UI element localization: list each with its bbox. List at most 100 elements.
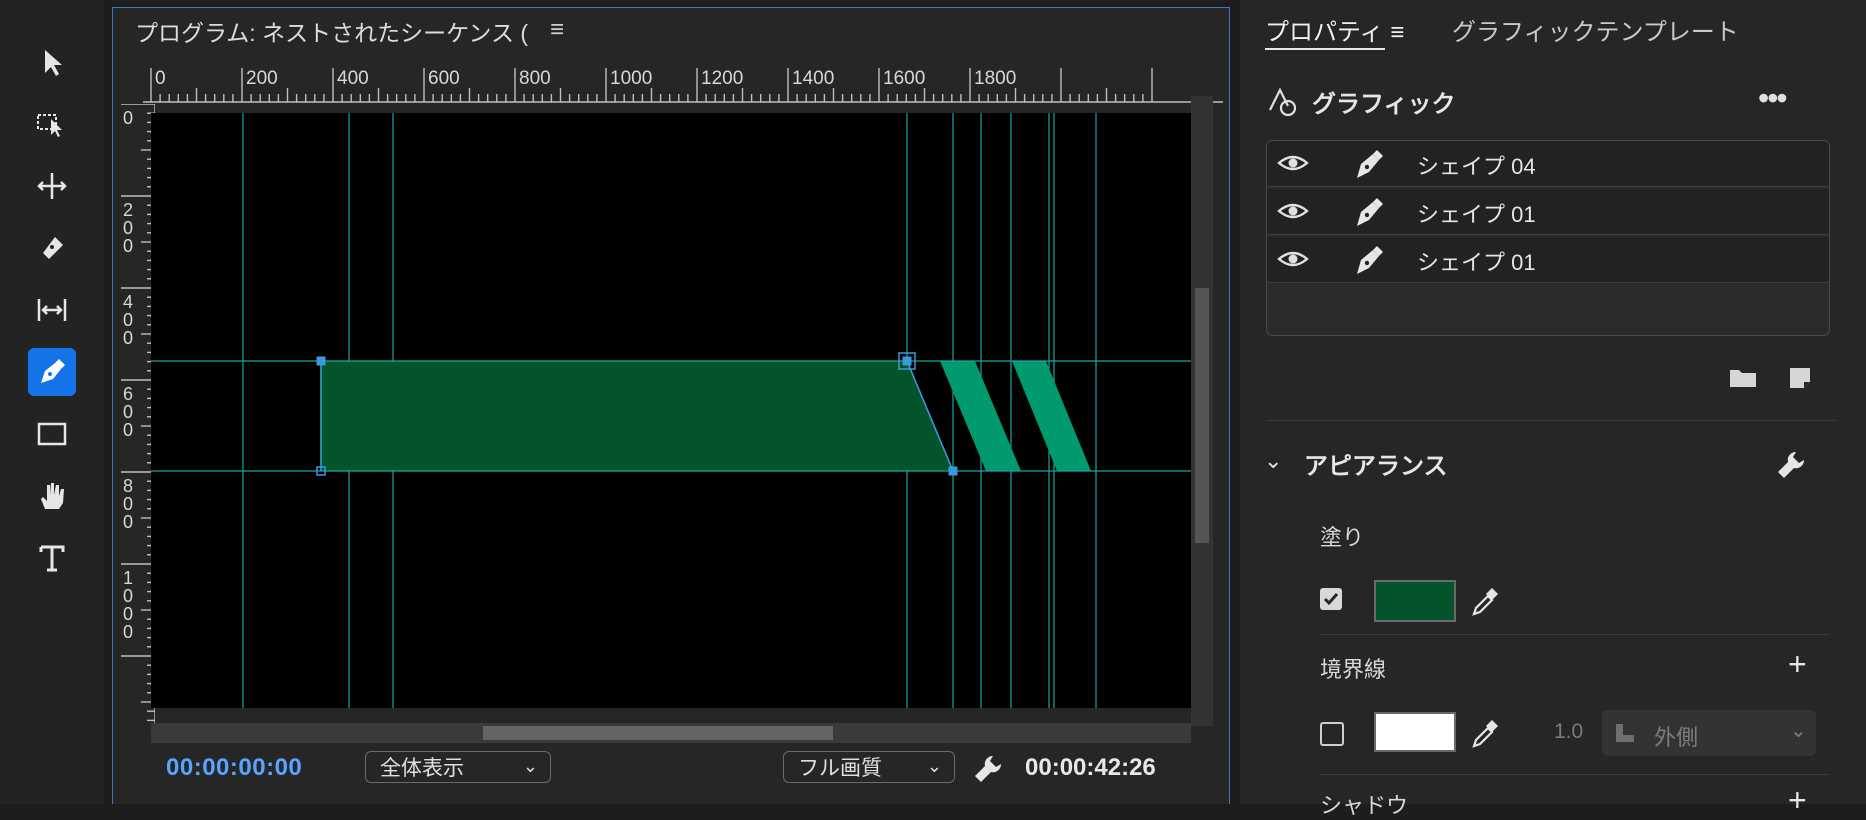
fill-color-swatch[interactable] xyxy=(1374,580,1456,622)
ruler-label: 1200 xyxy=(701,68,743,89)
slip-icon xyxy=(37,299,67,321)
ruler-label: 0 xyxy=(123,512,133,532)
visibility-eye-icon[interactable] xyxy=(1275,145,1311,181)
ruler-label: 0 xyxy=(123,328,133,348)
pen-shape-icon xyxy=(1357,198,1383,226)
ripple-edit-icon xyxy=(37,173,67,199)
layer-name: シェイプ 04 xyxy=(1417,154,1536,179)
ruler-label: 400 xyxy=(337,68,369,89)
graphic-shapes-icon xyxy=(1269,87,1297,117)
type-tool[interactable] xyxy=(28,534,76,582)
layers-list: シェイプ 04 シェイプ 01 シェイプ 01 xyxy=(1266,140,1830,336)
shadow-label: シャドウ xyxy=(1320,793,1409,818)
chevron-down-icon: ⌄ xyxy=(1790,720,1807,742)
tab-graphic-templates[interactable]: グラフィックテンプレート xyxy=(1452,12,1739,47)
ruler-label: 0 xyxy=(123,236,133,256)
fill-label: 塗り xyxy=(1320,525,1365,550)
playback-resolution-dropdown[interactable]: フル画質 ⌄ xyxy=(783,751,955,783)
ruler-label: 0 xyxy=(123,310,133,330)
stroke-checkbox[interactable] xyxy=(1320,722,1344,746)
new-group-folder-icon[interactable] xyxy=(1728,362,1758,392)
eyedropper-icon[interactable] xyxy=(1468,716,1502,750)
ruler-label: 1800 xyxy=(974,68,1016,89)
horizontal-ruler: 0 200 400 600 800 1000 1200 1400 1600 1800 xyxy=(143,68,1223,103)
layer-row[interactable]: シェイプ 01 xyxy=(1267,189,1829,235)
properties-panel: プロパティ ≡ グラフィックテンプレート グラフィック ••• シェイプ 04 … xyxy=(1240,0,1866,818)
ruler-label: 2 xyxy=(123,200,133,220)
razor-icon xyxy=(43,237,63,259)
settings-wrench-icon[interactable] xyxy=(971,752,1005,786)
vertical-scroll-thumb[interactable] xyxy=(1195,288,1209,543)
green-shape-main[interactable] xyxy=(321,361,953,471)
stroke-width-value[interactable]: 1.0 xyxy=(1554,720,1583,744)
horizontal-scroll-thumb[interactable] xyxy=(483,726,833,740)
program-viewport[interactable] xyxy=(151,113,1201,708)
playhead-timecode[interactable]: 00:00:00:00 xyxy=(166,754,302,782)
stroke-color-swatch[interactable] xyxy=(1374,712,1456,752)
eyedropper-icon[interactable] xyxy=(1468,584,1502,618)
green-stripe-1[interactable] xyxy=(940,361,1021,471)
pen-tool[interactable] xyxy=(28,348,76,396)
hand-tool[interactable] xyxy=(28,472,76,520)
fill-checkbox[interactable] xyxy=(1320,588,1342,610)
active-tab-underline xyxy=(1265,48,1385,50)
collapse-chevron-icon[interactable]: ⌄ xyxy=(1264,448,1282,474)
ruler-label: 6 xyxy=(123,384,133,404)
divider xyxy=(1266,420,1836,421)
track-select-icon xyxy=(37,114,62,137)
viewport-canvas xyxy=(151,113,1201,708)
selection-tool[interactable] xyxy=(28,38,76,86)
monitor-menu-icon[interactable]: ≡ xyxy=(550,16,564,44)
stroke-outer-icon xyxy=(1616,724,1634,742)
slip-tool[interactable] xyxy=(28,286,76,334)
ruler-label: 0 xyxy=(123,108,133,128)
ruler-label: 4 xyxy=(123,292,133,312)
layer-row[interactable]: シェイプ 04 xyxy=(1267,141,1829,187)
zoom-level-dropdown[interactable]: 全体表示 ⌄ xyxy=(365,751,551,783)
rectangle-icon xyxy=(37,422,67,446)
tab-properties-label: プロパティ xyxy=(1265,19,1384,46)
hand-icon xyxy=(41,483,64,509)
tab-properties[interactable]: プロパティ ≡ xyxy=(1265,12,1404,47)
ruler-label: 0 xyxy=(123,604,133,624)
ruler-label: 0 xyxy=(155,68,166,89)
ruler-label: 0 xyxy=(123,586,133,606)
layer-row[interactable]: シェイプ 01 xyxy=(1267,237,1829,283)
ruler-label: 0 xyxy=(123,622,133,642)
ruler-label: 1 xyxy=(123,568,133,588)
playback-resolution-value: フル画質 xyxy=(798,757,882,780)
ruler-label: 200 xyxy=(246,68,278,89)
razor-tool[interactable] xyxy=(28,224,76,272)
zoom-level-value: 全体表示 xyxy=(380,757,464,780)
ruler-label: 600 xyxy=(428,68,460,89)
ruler-label: 0 xyxy=(123,420,133,440)
layer-name: シェイプ 01 xyxy=(1417,250,1536,275)
type-icon xyxy=(39,545,65,572)
ripple-edit-tool[interactable] xyxy=(28,162,76,210)
tools-panel xyxy=(0,0,104,804)
checkmark-icon xyxy=(1323,593,1339,606)
new-layer-icon[interactable] xyxy=(1786,362,1816,392)
add-shadow-plus-icon[interactable]: + xyxy=(1788,782,1807,819)
rectangle-tool[interactable] xyxy=(28,410,76,458)
pen-icon xyxy=(41,359,65,383)
ruler-label: 0 xyxy=(123,494,133,514)
visibility-eye-icon[interactable] xyxy=(1275,193,1311,229)
pen-shape-icon xyxy=(1357,246,1383,274)
add-stroke-plus-icon[interactable]: + xyxy=(1788,646,1807,683)
green-stripe-2[interactable] xyxy=(1012,361,1091,471)
vertical-ruler: 02004006008001000 xyxy=(121,104,155,729)
chevron-down-icon: ⌄ xyxy=(522,756,538,776)
track-select-tool[interactable] xyxy=(28,100,76,148)
arrow-pointer-icon xyxy=(45,50,62,76)
appearance-section-title[interactable]: アピアランス xyxy=(1304,446,1448,481)
ruler-label: 1600 xyxy=(883,68,925,89)
sequence-duration: 00:00:42:26 xyxy=(1025,754,1156,781)
stroke-position-value: 外側 xyxy=(1654,725,1699,750)
more-options-icon[interactable]: ••• xyxy=(1758,80,1788,117)
tab-menu-icon[interactable]: ≡ xyxy=(1390,19,1404,46)
visibility-eye-icon[interactable] xyxy=(1275,241,1311,277)
ruler-label: 1000 xyxy=(610,68,652,89)
appearance-settings-wrench-icon[interactable] xyxy=(1774,448,1808,482)
ruler-label: 0 xyxy=(123,218,133,238)
